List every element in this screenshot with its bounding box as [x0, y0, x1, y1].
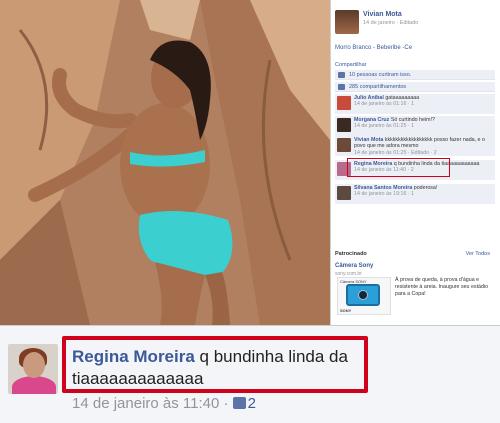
- comment-author[interactable]: Julio Aníbal: [354, 95, 384, 101]
- shares-line[interactable]: 285 compartilhamentos: [335, 82, 495, 92]
- photo-illustration: [0, 0, 330, 325]
- comment-item: Julio Aníbal gataaaaaaaaa 14 de janeiro à…: [335, 94, 495, 114]
- ad-body: À prova de queda, à prova d'água e resis…: [395, 277, 489, 297]
- comment-avatar[interactable]: [337, 186, 351, 200]
- likes-line[interactable]: 10 pessoas curtiram isso.: [335, 70, 495, 80]
- beach-photo[interactable]: [0, 0, 330, 325]
- comment-text: poderosa!: [413, 185, 438, 191]
- comment-item: Morgana Cruz Só curtindo heim!? 14 de jan…: [335, 116, 495, 136]
- owner-meta: 14 de janeiro · Editado: [363, 20, 419, 26]
- shares-text: 285 compartilhamentos: [349, 84, 407, 90]
- comment-meta: 14 de janeiro às 01:16 · 1: [354, 101, 415, 108]
- thumbs-up-icon: [232, 397, 246, 409]
- share-icon: [338, 84, 345, 90]
- zoom-like-count[interactable]: 2: [232, 395, 257, 412]
- comment-item: Silvana Santos Moreira poderosa! 14 de ja…: [335, 184, 495, 204]
- comment-avatar[interactable]: [337, 96, 351, 110]
- camera-lens-icon: [358, 290, 368, 300]
- owner-name[interactable]: Vivian Mota: [363, 11, 402, 18]
- comment-meta: 14 de janeiro às 19:16 · 1: [354, 191, 415, 198]
- comment-avatar[interactable]: [337, 118, 351, 132]
- comment-highlight-large: [62, 336, 368, 393]
- ad-image[interactable]: Câmera SONY SONY: [337, 277, 391, 315]
- sponsored-header: Patrocinado: [335, 251, 367, 257]
- see-all-link[interactable]: Ver Todos: [466, 251, 490, 257]
- like-icon: [338, 72, 345, 78]
- photo-caption: Morro Branco - Beberibe -Ce: [335, 45, 413, 51]
- comment-author[interactable]: Silvana Santos Moreira: [354, 185, 412, 191]
- zoom-comment-timestamp[interactable]: 14 de janeiro às 11:40 ·: [72, 395, 229, 412]
- zoom-comment-meta: 14 de janeiro às 11:40 · 2: [72, 395, 256, 412]
- share-link[interactable]: Compartilhar: [335, 62, 366, 68]
- comment-item: Vivian Mota kkkkkkkkkkkkkkkkkk posso faz…: [335, 136, 495, 156]
- comment-meta: 14 de janeiro às 01:25 · Editado · 2: [354, 149, 437, 156]
- ad-brand: SONY: [340, 308, 352, 313]
- comment-author[interactable]: Morgana Cruz: [354, 117, 389, 123]
- zoom-avatar[interactable]: [8, 344, 58, 394]
- likes-text: 10 pessoas curtiram isso.: [349, 72, 412, 78]
- comment-author[interactable]: Vivian Mota: [354, 137, 383, 143]
- comment-highlight-small: [347, 158, 450, 177]
- zoom-like-number: 2: [247, 395, 257, 412]
- comment-meta: 14 de janeiro às 01:25 · 1: [354, 123, 415, 130]
- comment-text: gataaaaaaaaa: [385, 95, 420, 101]
- owner-avatar[interactable]: [335, 10, 359, 34]
- ad-title[interactable]: Câmera Sony: [335, 263, 373, 269]
- comment-text: Só curtindo heim!?: [390, 117, 435, 123]
- comment-avatar[interactable]: [337, 138, 351, 152]
